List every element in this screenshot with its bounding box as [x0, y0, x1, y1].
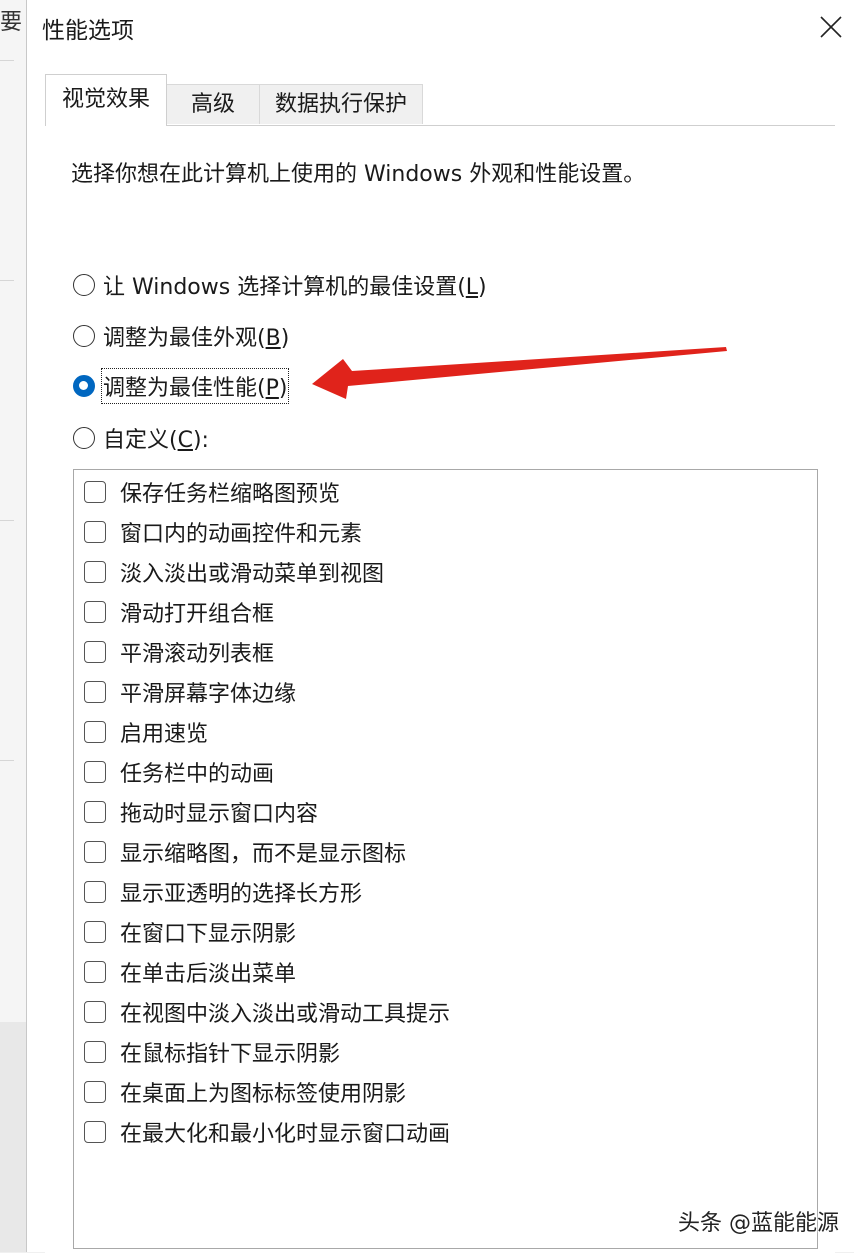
checkbox[interactable] [84, 761, 106, 783]
checkbox[interactable] [84, 1001, 106, 1023]
background-window: 要 [0, 0, 27, 1022]
option-taskbar-animations[interactable]: 任务栏中的动画 [84, 757, 274, 787]
option-label: 在鼠标指针下显示阴影 [120, 1042, 341, 1067]
radio-label: 让 Windows 选择计算机的最佳设置(L) [103, 275, 487, 300]
checkbox[interactable] [84, 521, 106, 543]
option-label: 在最大化和最小化时显示窗口动画 [120, 1122, 451, 1147]
option-shadows-under-windows[interactable]: 在窗口下显示阴影 [84, 917, 296, 947]
option-show-thumbnails[interactable]: 显示缩略图，而不是显示图标 [84, 837, 406, 867]
background-desktop [0, 1022, 26, 1252]
background-divider [0, 520, 14, 521]
option-label: 显示亚透明的选择长方形 [120, 882, 363, 907]
option-shadow-under-pointer[interactable]: 在鼠标指针下显示阴影 [84, 1037, 340, 1067]
option-label: 淡入淡出或滑动菜单到视图 [120, 562, 385, 587]
background-divider [0, 760, 14, 761]
radio-button-selected[interactable] [73, 375, 95, 397]
close-icon [820, 16, 842, 38]
checkbox[interactable] [84, 961, 106, 983]
checkbox[interactable] [84, 1121, 106, 1143]
option-animate-controls[interactable]: 窗口内的动画控件和元素 [84, 517, 362, 547]
checkbox[interactable] [84, 841, 106, 863]
option-icon-label-shadows[interactable]: 在桌面上为图标标签使用阴影 [84, 1077, 406, 1107]
option-label: 启用速览 [120, 722, 209, 747]
option-label: 窗口内的动画控件和元素 [120, 522, 363, 547]
radio-button[interactable] [73, 427, 95, 449]
option-label: 任务栏中的动画 [120, 762, 275, 787]
radio-best-appearance[interactable]: 调整为最佳外观(B) [73, 319, 289, 353]
option-animate-windows-min-max[interactable]: 在最大化和最小化时显示窗口动画 [84, 1117, 450, 1147]
option-label: 平滑滚动列表框 [120, 642, 275, 667]
option-fade-menu-after-click[interactable]: 在单击后淡出菜单 [84, 957, 296, 987]
radio-button[interactable] [73, 325, 95, 347]
radio-label: 调整为最佳性能(P) [100, 368, 290, 404]
performance-options-dialog: 性能选项 视觉效果 高级 数据执行保护 选择你想在此计算机上使用的 Window… [26, 0, 854, 1253]
tab-data-execution-prevention[interactable]: 数据执行保护 [259, 84, 423, 124]
checkbox[interactable] [84, 561, 106, 583]
tab-advanced[interactable]: 高级 [166, 84, 260, 124]
radio-label: 调整为最佳外观(B) [103, 326, 290, 351]
option-label: 平滑屏幕字体边缘 [120, 682, 297, 707]
background-divider [0, 60, 14, 61]
checkbox[interactable] [84, 481, 106, 503]
visual-effects-list[interactable]: 保存任务栏缩略图预览 窗口内的动画控件和元素 淡入淡出或滑动菜单到视图 滑动打开… [73, 469, 818, 1249]
tab-visual-effects[interactable]: 视觉效果 [45, 74, 167, 126]
option-fade-slide-menus[interactable]: 淡入淡出或滑动菜单到视图 [84, 557, 384, 587]
option-enable-peek[interactable]: 启用速览 [84, 717, 208, 747]
option-smooth-scroll-list-boxes[interactable]: 平滑滚动列表框 [84, 637, 274, 667]
option-label: 在单击后淡出菜单 [120, 962, 297, 987]
checkbox[interactable] [84, 681, 106, 703]
dialog-title: 性能选项 [42, 18, 134, 44]
checkbox[interactable] [84, 721, 106, 743]
radio-let-windows-choose[interactable]: 让 Windows 选择计算机的最佳设置(L) [73, 268, 487, 302]
title-bar[interactable]: 性能选项 [27, 0, 854, 54]
radio-custom[interactable]: 自定义(C): [73, 421, 209, 455]
radio-label: 自定义(C): [103, 428, 209, 453]
watermark-text: 头条 @蓝能能源 [678, 1211, 839, 1236]
checkbox[interactable] [84, 1081, 106, 1103]
option-label: 在视图中淡入淡出或滑动工具提示 [120, 1002, 451, 1027]
tab-bar: 视觉效果 高级 数据执行保护 [45, 74, 835, 126]
close-button[interactable] [807, 8, 851, 46]
option-label: 滑动打开组合框 [120, 602, 275, 627]
checkbox[interactable] [84, 881, 106, 903]
visual-effects-panel: 选择你想在此计算机上使用的 Windows 外观和性能设置。 让 Windows… [45, 125, 835, 1253]
option-show-window-contents-dragging[interactable]: 拖动时显示窗口内容 [84, 797, 318, 827]
intro-text: 选择你想在此计算机上使用的 Windows 外观和性能设置。 [71, 162, 646, 187]
option-label: 在桌面上为图标标签使用阴影 [120, 1082, 407, 1107]
option-translucent-selection-rectangle[interactable]: 显示亚透明的选择长方形 [84, 877, 362, 907]
radio-best-performance[interactable]: 调整为最佳性能(P) [73, 368, 290, 404]
radio-button[interactable] [73, 274, 95, 296]
checkbox[interactable] [84, 641, 106, 663]
option-label: 在窗口下显示阴影 [120, 922, 297, 947]
background-divider [0, 280, 14, 281]
option-label: 拖动时显示窗口内容 [120, 802, 319, 827]
background-window-title: 要 [0, 10, 22, 35]
checkbox[interactable] [84, 1041, 106, 1063]
option-slide-combo-boxes[interactable]: 滑动打开组合框 [84, 597, 274, 627]
option-label: 显示缩略图，而不是显示图标 [120, 842, 407, 867]
option-label: 保存任务栏缩略图预览 [120, 482, 341, 507]
option-smooth-font-edges[interactable]: 平滑屏幕字体边缘 [84, 677, 296, 707]
checkbox[interactable] [84, 601, 106, 623]
checkbox[interactable] [84, 801, 106, 823]
option-fade-slide-tooltips[interactable]: 在视图中淡入淡出或滑动工具提示 [84, 997, 450, 1027]
option-taskbar-thumbnail-preview[interactable]: 保存任务栏缩略图预览 [84, 477, 340, 507]
checkbox[interactable] [84, 921, 106, 943]
